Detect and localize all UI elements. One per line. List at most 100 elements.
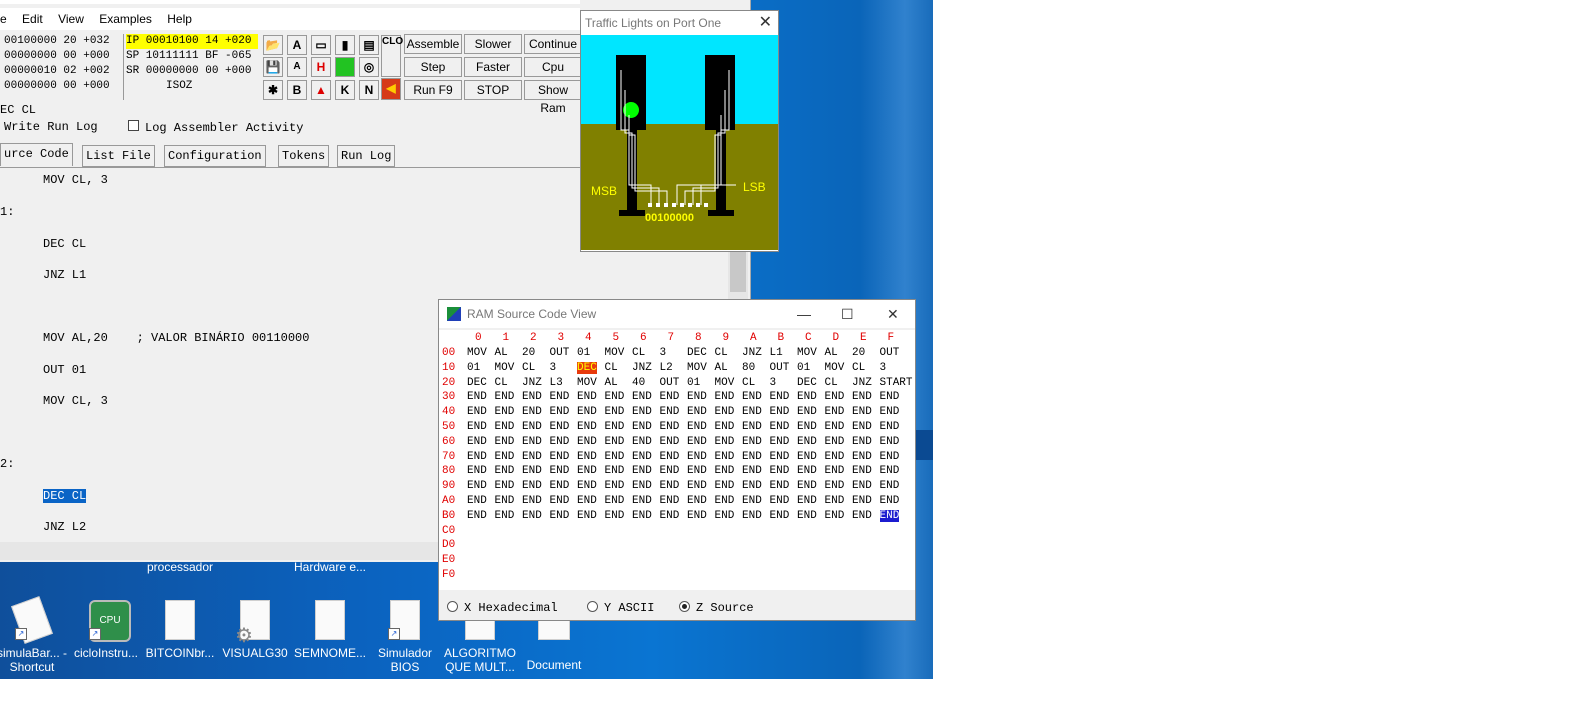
ram-cell[interactable]: END (797, 465, 817, 477)
ram-cell[interactable]: END (825, 421, 845, 433)
ram-cell[interactable]: END (742, 495, 762, 507)
ram-cell[interactable]: END (770, 495, 790, 507)
ram-cell[interactable]: END (495, 406, 515, 418)
cpu-reset-button[interactable]: Cpu Reset (524, 57, 582, 92)
ram-cell[interactable]: MOV (495, 362, 515, 374)
continue-button[interactable]: Continue (524, 34, 582, 54)
ascii-radio[interactable]: Y ASCII (587, 600, 654, 615)
ram-cell[interactable]: END (770, 510, 790, 522)
ram-cell[interactable]: END (632, 480, 652, 492)
ram-cell[interactable]: END (550, 465, 570, 477)
ram-cell[interactable]: END (522, 495, 542, 507)
ram-cell[interactable]: END (522, 510, 542, 522)
desktop-icon-semnome[interactable]: SEMNOME... (290, 600, 370, 660)
ram-cell[interactable]: END (880, 451, 900, 463)
ram-cell[interactable]: END (687, 480, 707, 492)
desktop-icon-bitcoinbr[interactable]: BITCOINbr... (140, 600, 220, 660)
ram-cell[interactable]: 20 (522, 347, 535, 359)
ram-cell[interactable]: END (852, 465, 872, 477)
ram-cell[interactable]: END (879, 509, 900, 522)
desktop-icon-simulador-bios[interactable]: ↗ Simulador BIOS (365, 600, 445, 674)
ram-cell[interactable]: END (632, 436, 652, 448)
open-folder-icon[interactable]: 📂 (263, 35, 283, 55)
ram-cell[interactable]: MOV (715, 377, 735, 389)
ram-cell[interactable]: END (797, 451, 817, 463)
ram-cell[interactable]: JNZ (632, 362, 652, 374)
ram-cell[interactable]: END (605, 465, 625, 477)
ram-cell[interactable]: END (687, 495, 707, 507)
ram-cell[interactable]: END (742, 480, 762, 492)
save-icon[interactable]: 💾 (263, 57, 283, 77)
ram-cell[interactable]: END (605, 391, 625, 403)
ram-cell[interactable]: END (715, 406, 735, 418)
close-icon[interactable]: ✕ (887, 300, 899, 328)
ram-cell[interactable]: END (770, 451, 790, 463)
ram-cell[interactable]: END (797, 495, 817, 507)
ram-cell[interactable]: END (522, 451, 542, 463)
ram-cell[interactable]: DEC (467, 377, 487, 389)
desktop-icon-visualg30[interactable]: ⚙ VISUALG30 (215, 600, 295, 660)
ram-cell[interactable]: END (632, 421, 652, 433)
ram-cell[interactable]: END (825, 436, 845, 448)
ram-cell[interactable]: END (660, 391, 680, 403)
ram-cell[interactable]: END (467, 436, 487, 448)
menu-examples[interactable]: Examples (93, 8, 158, 30)
close-icon[interactable]: ✕ (759, 11, 772, 35)
ram-cell[interactable]: OUT (770, 362, 790, 374)
font-n-icon[interactable]: N (359, 80, 379, 100)
radio-dot[interactable] (447, 601, 458, 612)
ram-cell[interactable]: END (550, 391, 570, 403)
ram-cell[interactable]: END (687, 510, 707, 522)
assemble-button[interactable]: Assemble (404, 34, 462, 54)
radio-dot-selected[interactable] (679, 601, 690, 612)
ram-cell[interactable]: END (770, 480, 790, 492)
ram-cell[interactable]: END (577, 406, 597, 418)
ram-cell[interactable]: 3 (550, 362, 557, 374)
ram-cell[interactable]: END (467, 465, 487, 477)
step-button[interactable]: Step (404, 57, 462, 77)
ram-cell[interactable]: END (880, 495, 900, 507)
ram-cell[interactable]: END (495, 495, 515, 507)
ram-cell[interactable]: END (550, 480, 570, 492)
ram-cell[interactable]: MOV (577, 377, 597, 389)
speaker-icon[interactable]: ◀ (381, 78, 401, 100)
ram-cell[interactable]: END (495, 391, 515, 403)
ram-cell[interactable]: 80 (742, 362, 755, 374)
ram-cell[interactable]: END (852, 421, 872, 433)
ram-cell[interactable]: END (495, 510, 515, 522)
traffic-light-icon[interactable]: ▮ (335, 35, 355, 55)
ram-cell[interactable]: END (852, 510, 872, 522)
ram-cell[interactable]: END (687, 421, 707, 433)
ram-cell[interactable]: L1 (770, 347, 783, 359)
menu-view[interactable]: View (52, 8, 90, 30)
ram-cell[interactable]: L3 (550, 377, 563, 389)
ram-cell[interactable]: END (742, 421, 762, 433)
ram-cell[interactable]: CL (825, 377, 838, 389)
ram-cell[interactable]: END (467, 510, 487, 522)
heater-icon[interactable]: H (311, 57, 331, 77)
ram-cell[interactable]: END (852, 480, 872, 492)
ram-cell[interactable]: END (770, 406, 790, 418)
ram-cell[interactable]: JNZ (522, 377, 542, 389)
radio-dot[interactable] (587, 601, 598, 612)
ram-cell[interactable]: END (797, 436, 817, 448)
ram-cell[interactable]: END (715, 436, 735, 448)
ram-cell[interactable]: END (852, 391, 872, 403)
ram-cell[interactable]: END (605, 495, 625, 507)
ram-cell[interactable]: END (522, 480, 542, 492)
ram-cell[interactable]: END (550, 451, 570, 463)
ram-cell[interactable]: START (880, 377, 913, 389)
ram-cell[interactable]: OUT (660, 377, 680, 389)
ram-cell[interactable]: MOV (605, 347, 625, 359)
ram-cell[interactable]: END (467, 480, 487, 492)
ram-cell[interactable]: END (770, 421, 790, 433)
write-run-log-option[interactable]: Write Run Log (4, 120, 98, 134)
ram-cell[interactable]: END (577, 480, 597, 492)
ram-cell[interactable]: END (825, 495, 845, 507)
maximize-icon[interactable]: ☐ (841, 300, 854, 328)
small-a-icon[interactable]: A (287, 57, 307, 77)
ram-cell[interactable]: END (770, 391, 790, 403)
ram-cell[interactable]: AL (495, 347, 508, 359)
checkbox-box[interactable] (128, 120, 139, 131)
desktop-icon-simulabar[interactable]: ↗ simulaBar... - Shortcut (0, 596, 72, 674)
